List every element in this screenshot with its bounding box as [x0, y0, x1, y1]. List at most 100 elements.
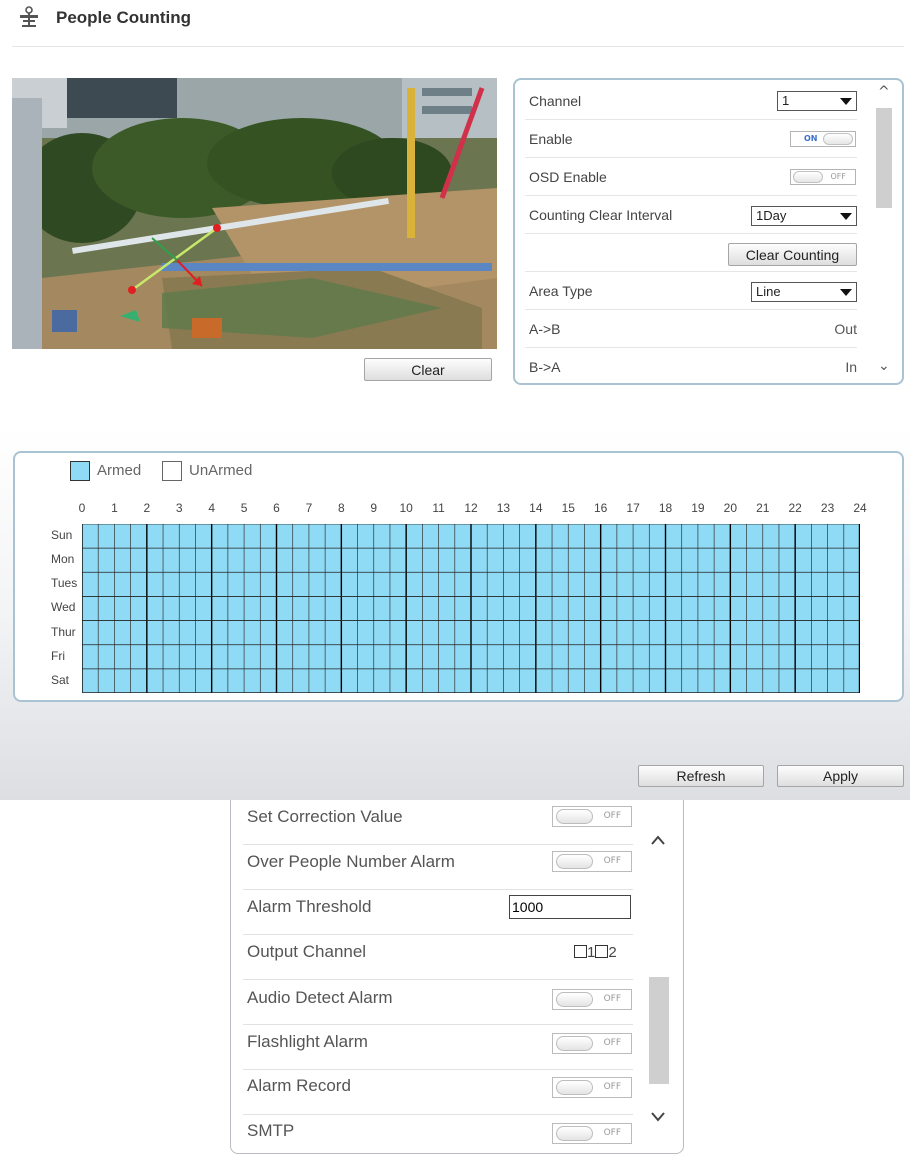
record-toggle[interactable]: OFF	[552, 1077, 632, 1098]
refresh-button[interactable]: Refresh	[638, 765, 764, 787]
threshold-input[interactable]	[509, 895, 631, 919]
hour-label: 10	[399, 501, 413, 515]
hour-label: 18	[658, 501, 673, 515]
channel-row: Channel 1	[525, 82, 857, 120]
interval-select[interactable]: 1Day	[751, 206, 857, 226]
interval-label: Counting Clear Interval	[529, 207, 673, 223]
day-label: Sat	[51, 672, 70, 687]
audio-toggle-text: OFF	[603, 994, 621, 1004]
hour-label: 4	[208, 501, 215, 515]
chevron-down-icon	[840, 98, 852, 105]
hour-label: 5	[240, 501, 248, 515]
clear-counting-row: Clear Counting	[525, 234, 857, 272]
hour-label: 2	[143, 501, 151, 515]
ba-value: In	[845, 359, 857, 375]
clear-counting-button[interactable]: Clear Counting	[728, 243, 857, 266]
day-label: Fri	[51, 648, 65, 663]
day-label: Sun	[51, 528, 73, 542]
hour-label: 7	[305, 501, 313, 515]
alarm-scrollbar[interactable]	[647, 800, 671, 1140]
ba-row: B->A In	[525, 348, 857, 386]
threshold-label: Alarm Threshold	[247, 897, 372, 916]
threshold-row: Alarm Threshold	[243, 890, 633, 935]
toggle-knob	[556, 1126, 593, 1141]
hour-label: 12	[464, 501, 478, 515]
settings-scrollbar[interactable]: ^ ⌄	[874, 82, 894, 381]
osd-toggle-text: OFF	[830, 172, 847, 181]
video-preview[interactable]	[12, 78, 497, 349]
interval-value: 1Day	[756, 208, 787, 223]
chevron-down-icon[interactable]: ⌄	[878, 358, 890, 374]
clear-button[interactable]: Clear	[364, 358, 492, 381]
schedule-grid-lines[interactable]	[81, 523, 861, 693]
correction-toggle-text: OFF	[603, 811, 621, 821]
hour-label: 6	[273, 501, 280, 515]
flash-row: Flashlight Alarm OFF	[243, 1025, 633, 1070]
people-counting-icon	[20, 6, 38, 27]
output-1-checkbox[interactable]	[574, 945, 587, 958]
output-2-checkbox[interactable]	[595, 945, 609, 958]
over-toggle[interactable]: OFF	[552, 851, 632, 872]
enable-toggle-text: ON	[804, 134, 818, 143]
over-toggle-text: OFF	[603, 856, 621, 866]
toggle-knob	[556, 992, 593, 1007]
chevron-down-icon	[840, 289, 852, 296]
hour-label: 0	[78, 501, 86, 515]
audio-toggle[interactable]: OFF	[552, 989, 632, 1010]
day-label: Mon	[51, 552, 75, 567]
schedule-grid[interactable]	[81, 523, 861, 693]
smtp-toggle-text: OFF	[603, 1128, 621, 1138]
title-divider	[12, 46, 904, 47]
audio-label: Audio Detect Alarm	[247, 988, 393, 1007]
smtp-row: SMTP OFF	[243, 1115, 633, 1160]
armed-swatch[interactable]	[70, 461, 90, 481]
scroll-thumb[interactable]	[876, 108, 892, 208]
hour-label: 20	[723, 501, 737, 515]
day-label: Wed	[51, 600, 76, 615]
scroll-thumb[interactable]	[649, 977, 669, 1084]
day-label: Thur	[51, 624, 76, 639]
apply-button[interactable]: Apply	[777, 765, 904, 787]
hour-label: 21	[756, 501, 770, 515]
output-checkboxes: 12	[574, 944, 617, 961]
day-label: Tues	[51, 576, 78, 591]
smtp-label: SMTP	[247, 1121, 295, 1140]
osd-row: OSD Enable OFF	[525, 158, 857, 196]
hour-label: 17	[626, 501, 640, 515]
page-title: People Counting	[56, 8, 192, 27]
hour-label: 3	[175, 501, 183, 515]
enable-toggle[interactable]: ON	[790, 131, 856, 147]
ab-row: A->B Out	[525, 310, 857, 348]
toggle-knob	[793, 171, 823, 183]
hour-label: 11	[432, 501, 445, 515]
chevron-up-icon[interactable]	[650, 834, 666, 846]
audio-row: Audio Detect Alarm OFF	[243, 980, 633, 1025]
channel-select[interactable]: 1	[777, 91, 857, 111]
output-row: Output Channel 12	[243, 935, 633, 980]
chevron-up-icon[interactable]: ^	[878, 84, 890, 100]
schedule-panel: Armed UnArmed 0 1 2 3 4 5 6 7 8 9 10 11 12 13 14 15 16 17…	[13, 451, 904, 702]
ab-value: Out	[834, 321, 857, 337]
correction-label: Set Correction Value	[247, 807, 403, 826]
output-2-label: 2	[608, 944, 617, 961]
record-toggle-text: OFF	[603, 1082, 621, 1092]
hour-label: 13	[496, 501, 511, 515]
ba-label: B->A	[529, 359, 561, 375]
hour-label: 16	[593, 501, 608, 515]
record-label: Alarm Record	[247, 1076, 351, 1095]
smtp-toggle[interactable]: OFF	[552, 1123, 632, 1144]
flash-toggle[interactable]: OFF	[552, 1033, 632, 1054]
unarmed-swatch[interactable]	[162, 461, 182, 481]
hour-label: 24	[853, 501, 867, 515]
area-type-value: Line	[756, 284, 781, 299]
flash-toggle-text: OFF	[603, 1038, 621, 1048]
toggle-knob	[556, 1080, 593, 1095]
chevron-down-icon[interactable]	[650, 1111, 666, 1123]
hour-label: 22	[788, 501, 802, 515]
output-label: Output Channel	[247, 942, 367, 961]
area-type-select[interactable]: Line	[751, 282, 857, 302]
correction-toggle[interactable]: OFF	[552, 806, 632, 827]
toggle-knob	[823, 133, 853, 145]
osd-toggle[interactable]: OFF	[790, 169, 856, 185]
toggle-knob	[556, 1036, 593, 1051]
